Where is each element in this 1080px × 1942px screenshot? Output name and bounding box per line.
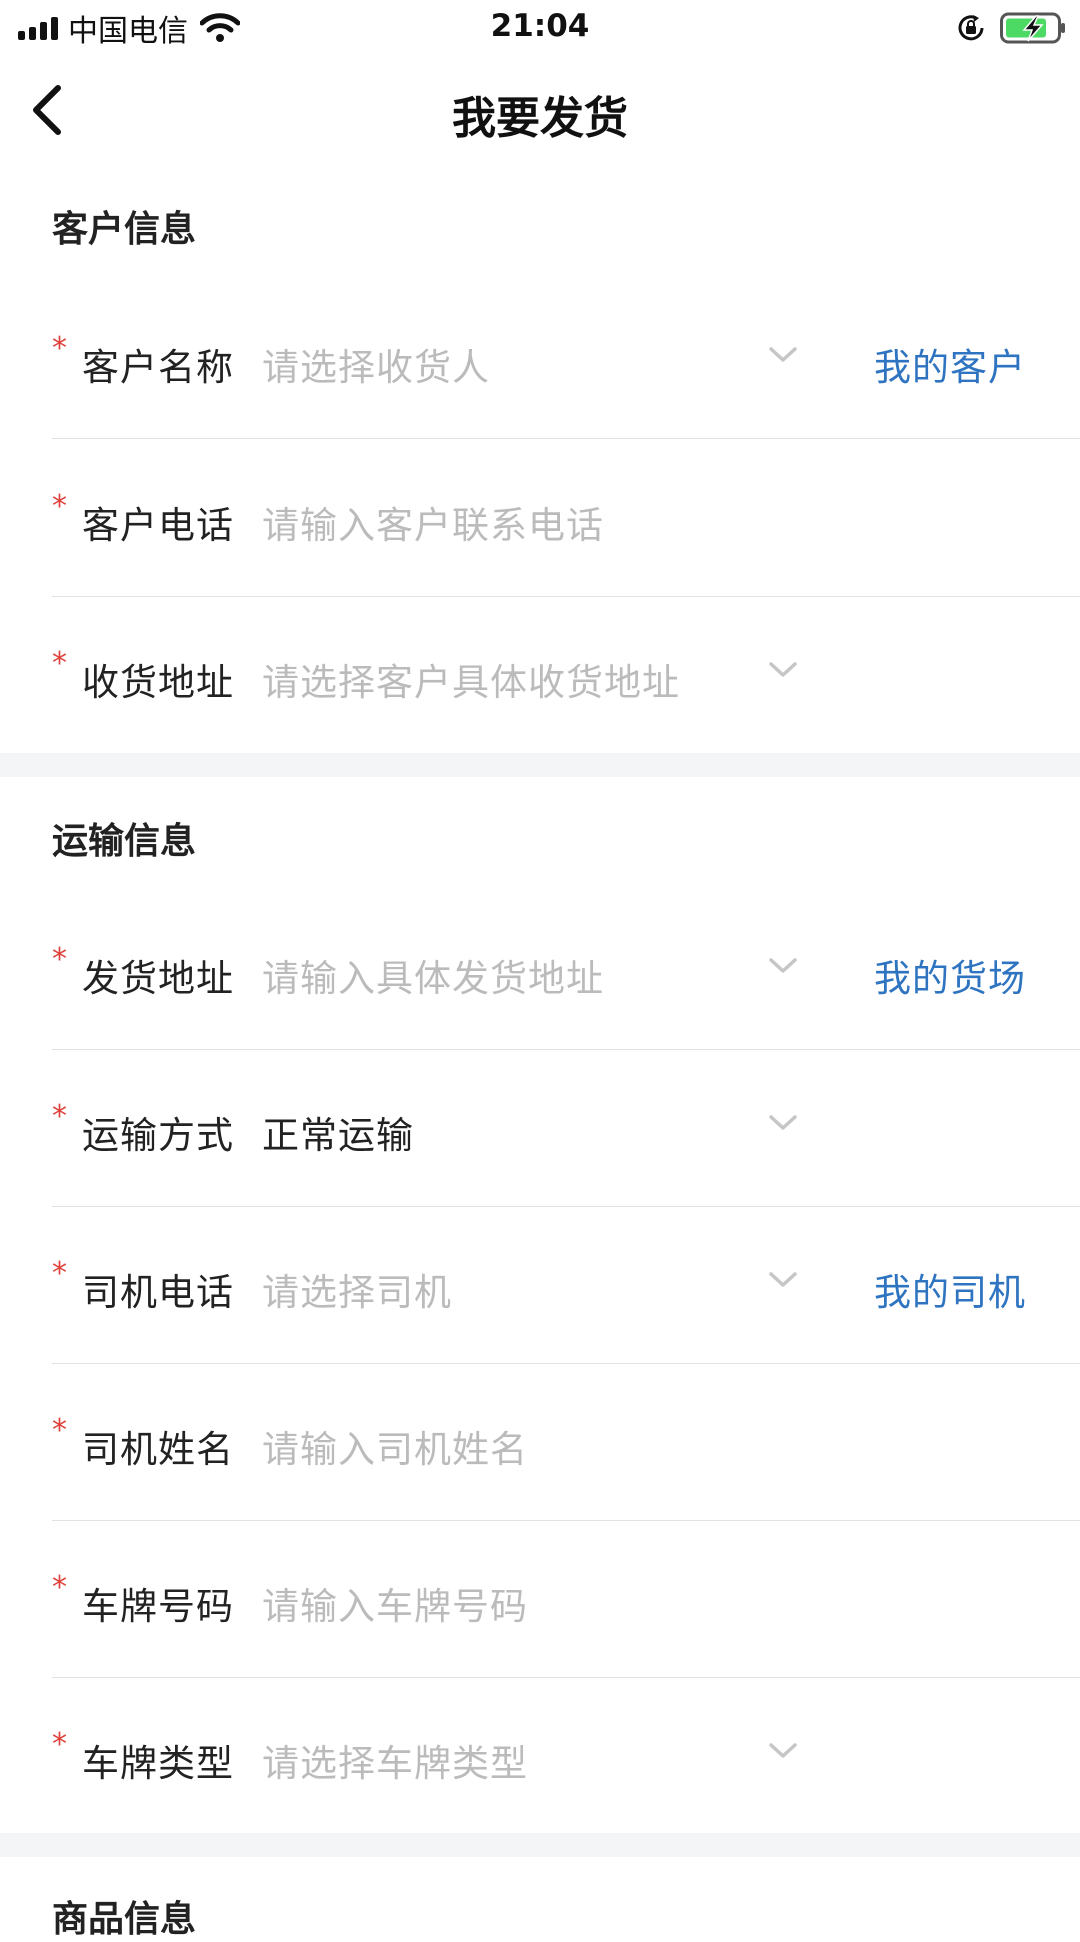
driver-phone-select[interactable]: 请选择司机 — [262, 1262, 452, 1316]
plate-type-select[interactable]: 请选择车牌类型 — [262, 1733, 528, 1787]
required-mark: * — [52, 942, 67, 977]
required-mark: * — [52, 1099, 67, 1134]
required-mark: * — [52, 1413, 67, 1448]
delivery-address-label: 收货地址 — [82, 661, 234, 704]
shipping-address-input[interactable]: 请输入具体发货地址 — [262, 948, 604, 1002]
chevron-down-icon[interactable] — [768, 658, 798, 682]
customer-phone-row[interactable]: * 客户电话 请输入客户联系电话 — [52, 439, 1080, 597]
nav-bar: 我要发货 — [0, 60, 1080, 160]
plate-number-row[interactable]: * 车牌号码 请输入车牌号码 — [52, 1520, 1080, 1678]
transport-mode-row[interactable]: * 运输方式 正常运输 — [52, 1049, 1080, 1207]
chevron-down-icon[interactable] — [768, 1739, 798, 1763]
customer-phone-label: 客户电话 — [82, 504, 234, 547]
section-divider — [0, 753, 1080, 777]
driver-name-label: 司机姓名 — [82, 1428, 234, 1471]
rotation-lock-icon — [958, 15, 984, 41]
driver-phone-label: 司机电话 — [82, 1271, 234, 1314]
status-right — [956, 8, 1066, 48]
plate-number-label: 车牌号码 — [82, 1585, 234, 1628]
transport-mode-label: 运输方式 — [82, 1114, 234, 1157]
section-title-customer: 客户信息 — [52, 209, 197, 250]
battery-charging-icon — [1000, 12, 1065, 44]
status-bar: 中国电信 21:04 — [0, 0, 1080, 54]
chevron-down-icon[interactable] — [768, 1268, 798, 1292]
my-yard-link[interactable]: 我的货场 — [874, 948, 1026, 1002]
shipping-address-row[interactable]: * 发货地址 请输入具体发货地址 我的货场 — [52, 892, 1080, 1050]
transport-mode-select[interactable]: 正常运输 — [262, 1105, 414, 1159]
page-title: 我要发货 — [452, 93, 628, 144]
section-title-goods: 商品信息 — [52, 1899, 197, 1940]
customer-phone-input[interactable]: 请输入客户联系电话 — [262, 495, 604, 549]
section-divider — [0, 1833, 1080, 1857]
chevron-down-icon[interactable] — [768, 343, 798, 367]
driver-name-row[interactable]: * 司机姓名 请输入司机姓名 — [52, 1363, 1080, 1521]
plate-type-row[interactable]: * 车牌类型 请选择车牌类型 — [52, 1677, 1080, 1834]
section-title-transport: 运输信息 — [52, 821, 197, 862]
required-mark: * — [52, 1256, 67, 1291]
plate-type-label: 车牌类型 — [82, 1742, 234, 1785]
plate-number-input[interactable]: 请输入车牌号码 — [262, 1576, 528, 1630]
shipping-address-label: 发货地址 — [82, 957, 234, 1000]
chevron-down-icon[interactable] — [768, 1111, 798, 1135]
status-time: 21:04 — [490, 8, 590, 44]
delivery-address-select[interactable]: 请选择客户具体收货地址 — [262, 652, 680, 706]
chevron-down-icon[interactable] — [768, 954, 798, 978]
required-mark: * — [52, 646, 67, 681]
delivery-address-row[interactable]: * 收货地址 请选择客户具体收货地址 — [52, 596, 1080, 753]
required-mark: * — [52, 1570, 67, 1605]
required-mark: * — [52, 1727, 67, 1762]
my-drivers-link[interactable]: 我的司机 — [874, 1262, 1026, 1316]
customer-name-select[interactable]: 请选择收货人 — [262, 337, 490, 391]
driver-phone-row[interactable]: * 司机电话 请选择司机 我的司机 — [52, 1206, 1080, 1364]
customer-name-row[interactable]: * 客户名称 请选择收货人 我的客户 — [52, 281, 1080, 439]
required-mark: * — [52, 331, 67, 366]
required-mark: * — [52, 489, 67, 524]
my-customers-link[interactable]: 我的客户 — [874, 337, 1026, 391]
driver-name-input[interactable]: 请输入司机姓名 — [262, 1419, 528, 1473]
customer-name-label: 客户名称 — [82, 346, 234, 389]
